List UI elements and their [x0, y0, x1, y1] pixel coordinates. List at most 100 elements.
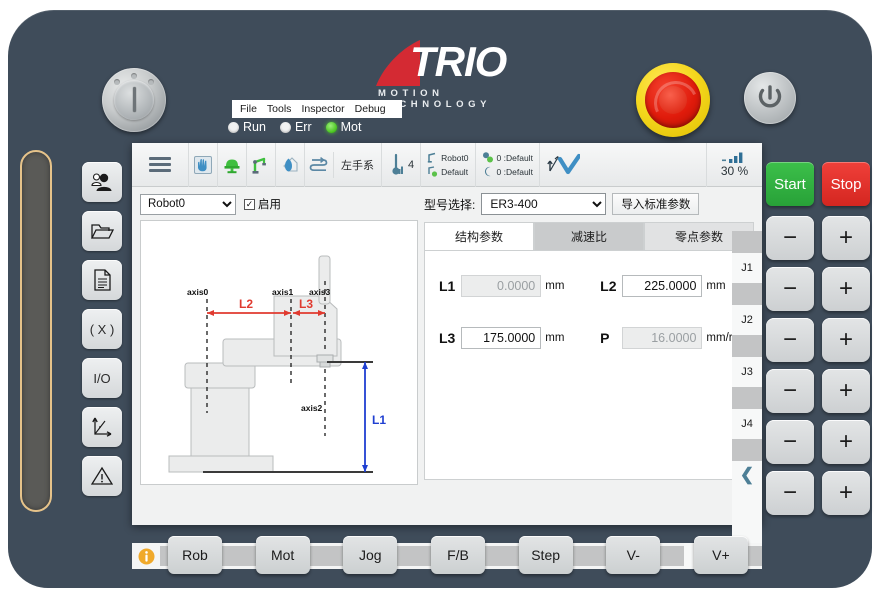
jog-row-5: − +	[766, 420, 872, 464]
axes-icon[interactable]	[82, 407, 122, 447]
bottom-button-mot[interactable]: Mot	[256, 536, 310, 574]
tool-value: 0 :Default	[497, 153, 533, 163]
start-stop-row: Start Stop	[766, 162, 872, 206]
robot-default-icon	[427, 166, 438, 177]
robot-select[interactable]: Robot0	[140, 194, 236, 215]
jog-axis-rail: J1 J2 J3 J4 ❮	[732, 231, 762, 543]
warning-icon[interactable]	[82, 456, 122, 496]
parameter-pane: 型号选择: ER3-400 导入标准参数 结构参数 减速比 零点参数 L1 0.…	[424, 193, 754, 480]
document-icon[interactable]	[82, 260, 122, 300]
variable-icon-label: ( X )	[90, 322, 115, 337]
enable-checkbox-box[interactable]: ✓	[244, 199, 255, 210]
led-run: Run	[228, 120, 266, 134]
robot-arm-icon[interactable]	[246, 143, 275, 187]
jog-slot-4	[732, 439, 762, 461]
param-input-l3[interactable]: 175.0000	[461, 327, 541, 349]
key-switch[interactable]	[102, 68, 166, 132]
param-input-l2[interactable]: 225.0000	[622, 275, 702, 297]
base-line: 0 :Default	[482, 166, 533, 177]
power-button[interactable]	[744, 72, 796, 124]
svg-text:L3: L3	[299, 297, 313, 311]
hamburger-icon[interactable]	[132, 157, 188, 172]
status-led-row: Run Err Mot	[228, 120, 361, 134]
scara-diagram-svg: axis0 axis1 axis3 axis2 L2 L3	[141, 221, 417, 484]
menu-bar[interactable]: File Tools Inspector Debug	[232, 100, 402, 118]
chevron-left-icon[interactable]: ❮	[732, 461, 762, 489]
emergency-stop-red-cap[interactable]	[645, 72, 701, 128]
menu-item-tools[interactable]: Tools	[267, 103, 292, 115]
bottom-button-vminus[interactable]: V-	[606, 536, 660, 574]
jog-plus-6[interactable]: +	[822, 471, 870, 515]
stop-button[interactable]: Stop	[822, 162, 870, 206]
bottom-button-vplus[interactable]: V+	[694, 536, 748, 574]
robot-arm-glyph	[251, 155, 271, 175]
jog-plus-j2[interactable]: +	[822, 267, 870, 311]
trio-logo: TRIO MOTION TECHNOLOGY	[376, 36, 551, 101]
start-button[interactable]: Start	[766, 162, 814, 206]
led-err-label: Err	[295, 120, 312, 134]
jog-slot-0	[732, 231, 762, 253]
jog-label-j4: J4	[732, 409, 762, 439]
path-trajectory-glyph	[309, 155, 329, 175]
enable-switch[interactable]	[20, 150, 52, 512]
tab-structure-params[interactable]: 结构参数	[424, 222, 534, 250]
import-standard-params-button[interactable]: 导入标准参数	[612, 193, 699, 215]
bottom-button-jog[interactable]: Jog	[343, 536, 397, 574]
teach-hand-glyph	[193, 155, 213, 175]
jog-minus-5[interactable]: −	[766, 420, 814, 464]
tool-line: 0 :Default	[482, 152, 533, 163]
bottom-button-rob[interactable]: Rob	[168, 536, 222, 574]
jog-plus-j4[interactable]: +	[822, 369, 870, 413]
jog-label-j1: J1	[732, 253, 762, 283]
emergency-stop-button[interactable]	[636, 63, 710, 137]
jog-row-j2: − +	[766, 267, 872, 311]
folder-icon[interactable]	[82, 211, 122, 251]
jog-plus-5[interactable]: +	[822, 420, 870, 464]
user-icon[interactable]	[82, 162, 122, 202]
hamburger-line-1	[149, 157, 171, 160]
info-icon[interactable]	[132, 548, 160, 565]
enable-checkbox[interactable]: ✓ 启用	[244, 196, 281, 212]
svg-text:axis0: axis0	[187, 287, 209, 297]
home-dome-icon[interactable]	[217, 143, 246, 187]
menu-item-inspector[interactable]: Inspector	[301, 103, 344, 115]
variable-icon[interactable]: ( X )	[82, 309, 122, 349]
model-select-row: 型号选择: ER3-400 导入标准参数	[424, 193, 754, 215]
tab-reduction-ratio[interactable]: 减速比	[534, 222, 644, 250]
led-mot-indicator	[326, 122, 337, 133]
jog-minus-j4[interactable]: −	[766, 369, 814, 413]
model-select[interactable]: ER3-400	[481, 193, 606, 215]
warning-glyph	[91, 466, 113, 486]
path-trajectory-icon[interactable]	[304, 143, 333, 187]
thermometer-icon	[388, 152, 405, 178]
enable-checkbox-label: 启用	[258, 196, 281, 212]
jog-minus-j2[interactable]: −	[766, 267, 814, 311]
axis-count-status: 4	[381, 143, 420, 187]
coord-system-label[interactable]: 左手系	[333, 152, 381, 178]
io-icon[interactable]: I/O	[82, 358, 122, 398]
jog-plus-j1[interactable]: +	[822, 216, 870, 260]
param-input-p[interactable]: 16.0000	[622, 327, 702, 349]
tool-icon[interactable]	[275, 143, 304, 187]
param-input-l1[interactable]: 0.0000	[461, 275, 541, 297]
hamburger-line-2	[149, 163, 171, 166]
key-switch-knob[interactable]	[114, 80, 154, 120]
jog-minus-6[interactable]: −	[766, 471, 814, 515]
led-err-indicator	[280, 122, 291, 133]
jog-plus-j3[interactable]: +	[822, 318, 870, 362]
jog-minus-j3[interactable]: −	[766, 318, 814, 362]
menu-item-debug[interactable]: Debug	[355, 103, 386, 115]
teach-hand-icon[interactable]	[188, 143, 217, 187]
menu-item-file[interactable]: File	[240, 103, 257, 115]
bottom-button-fb[interactable]: F/B	[431, 536, 485, 574]
bottom-button-step[interactable]: Step	[519, 536, 573, 574]
jog-row-j4: − +	[766, 369, 872, 413]
tool-small-icon	[482, 152, 494, 163]
jog-slot-2	[732, 335, 762, 357]
document-glyph	[93, 269, 112, 291]
speed-override[interactable]: 30 %	[706, 143, 762, 187]
power-icon	[756, 83, 784, 113]
robot-name-line: Robot0	[427, 152, 468, 163]
jog-mode-button[interactable]	[539, 143, 586, 187]
jog-minus-j1[interactable]: −	[766, 216, 814, 260]
